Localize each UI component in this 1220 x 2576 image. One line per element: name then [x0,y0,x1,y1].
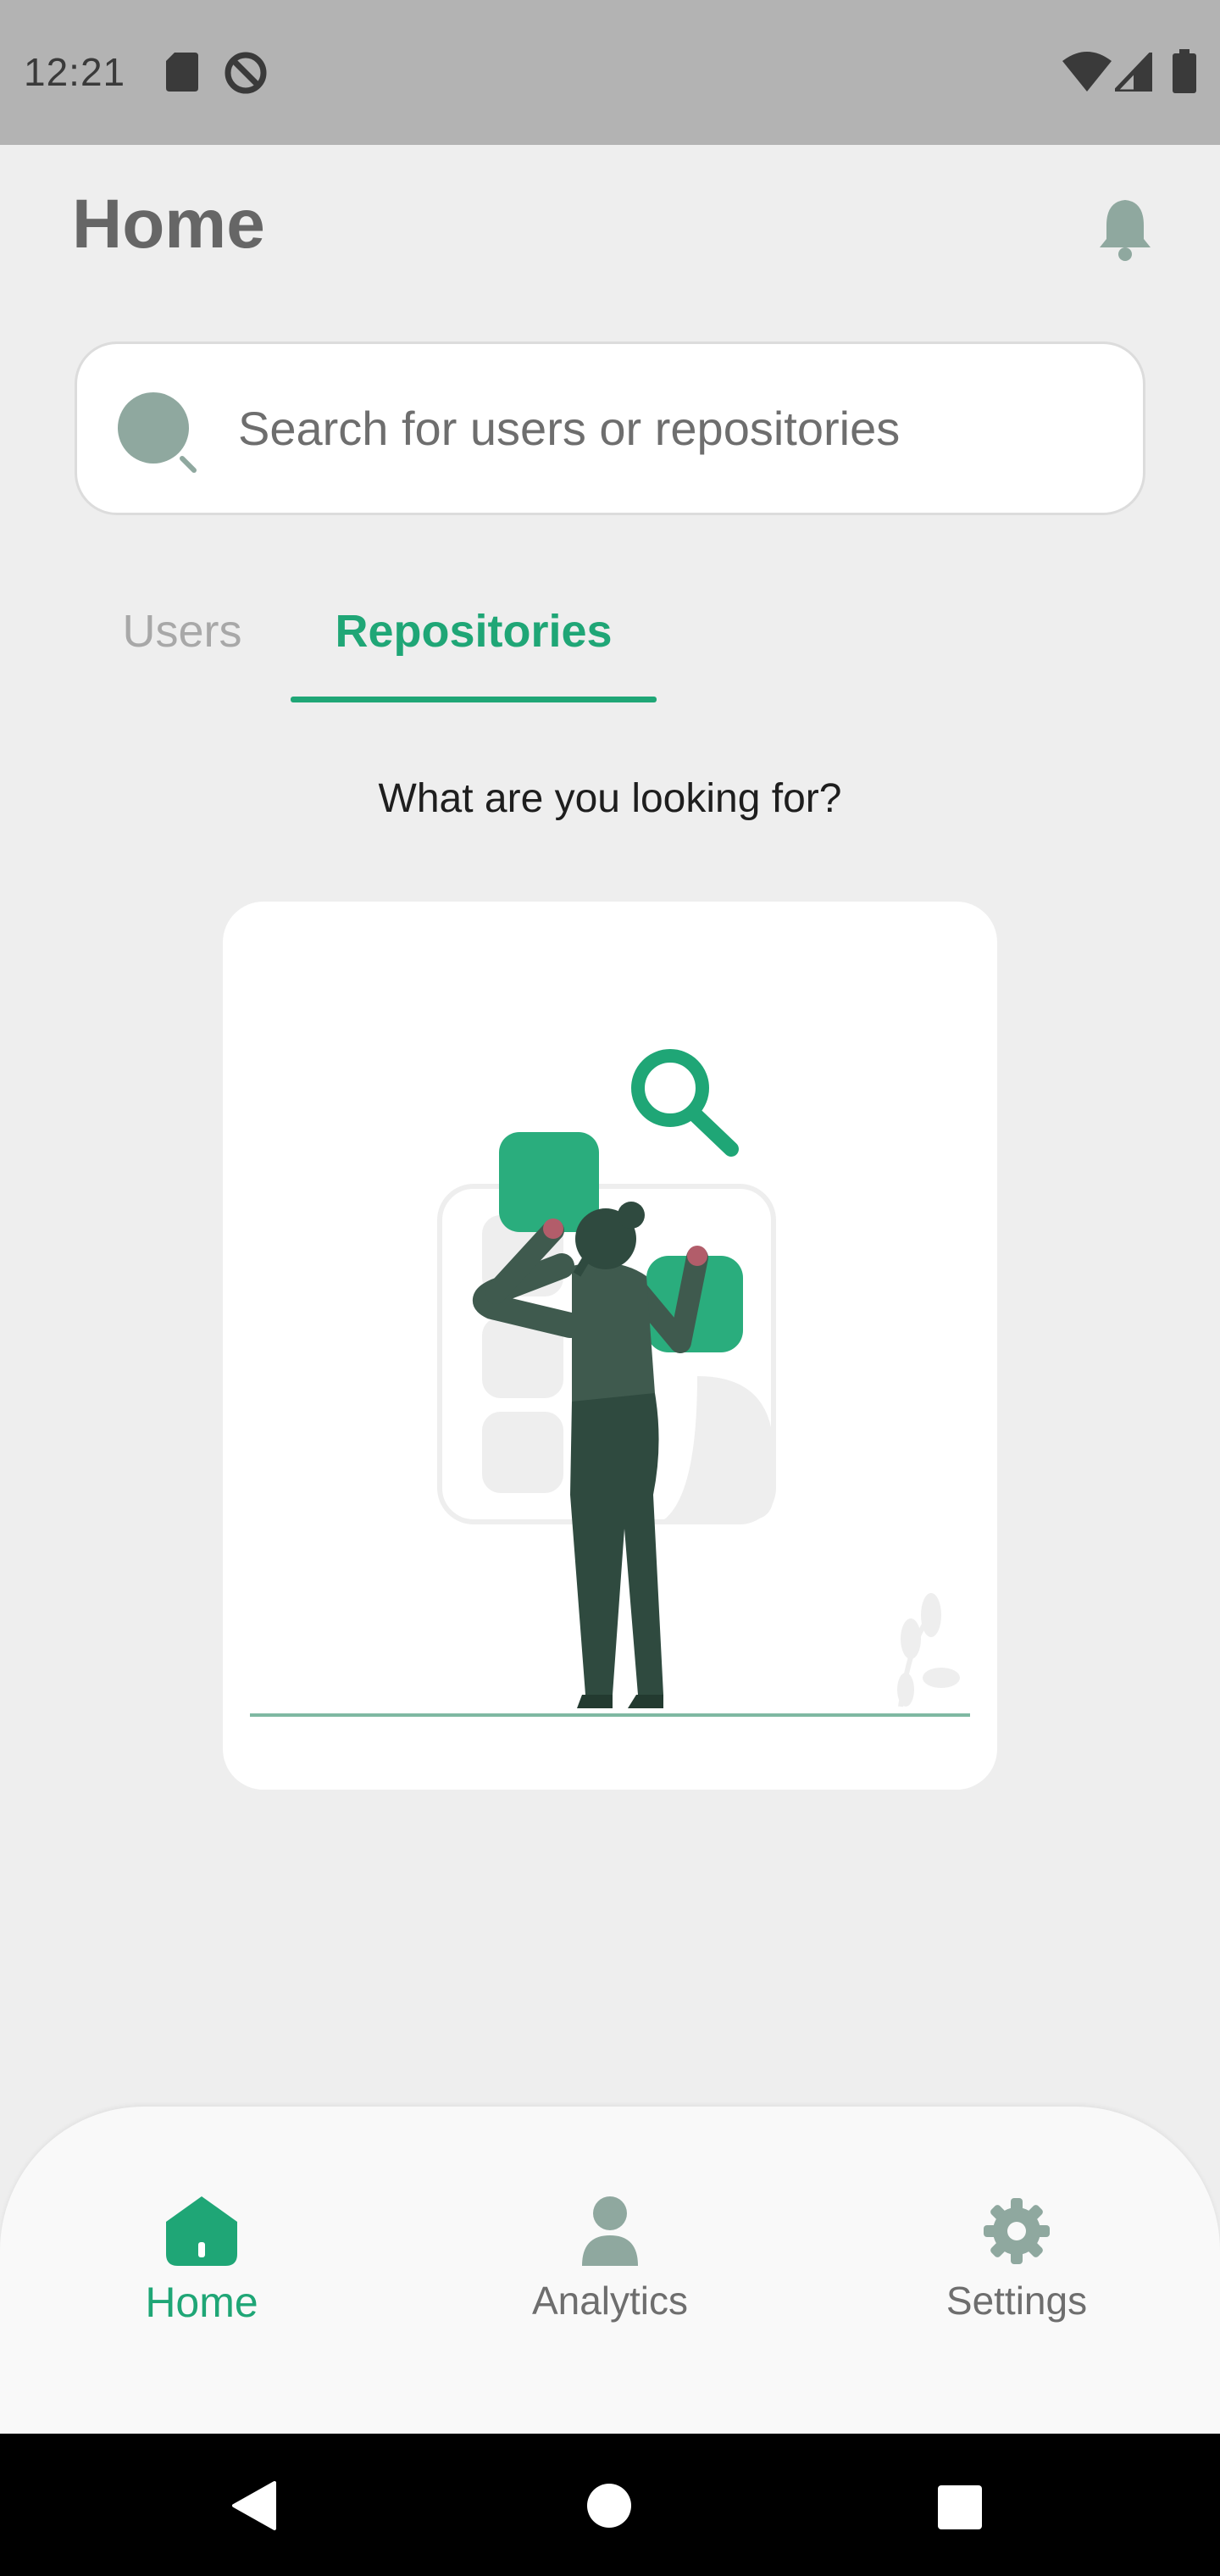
status-bar: 12:21 [0,0,1220,145]
search-input[interactable] [238,344,1111,513]
wifi-icon [1062,52,1112,92]
recents-icon[interactable] [937,2484,983,2530]
nav-label-analytics: Analytics [531,2279,689,2323]
prompt-text: What are you looking for? [378,776,842,821]
nav-label-home: Home [145,2279,258,2326]
page-title: Home [72,186,265,263]
home-circle-icon[interactable] [586,2483,632,2529]
gear-icon [984,2198,1050,2264]
back-icon[interactable] [230,2479,278,2532]
search-icon [118,392,197,473]
bell-icon[interactable] [1098,197,1152,261]
signal-icon [1115,53,1152,92]
search-bar[interactable] [75,341,1145,515]
tab-repositories[interactable]: Repositories [291,593,657,703]
illustration-card [223,902,997,1790]
person-icon [582,2196,638,2266]
nav-item-home[interactable]: Home [75,2195,329,2364]
home-icon [166,2196,237,2266]
do-not-disturb-icon [225,52,267,94]
nav-label-settings: Settings [946,2279,1088,2323]
system-navigation-bar [0,2434,1220,2576]
nav-item-settings[interactable]: Settings [890,2195,1144,2364]
person-searching-illustration [250,1049,970,1717]
tab-active-indicator [291,697,657,702]
sd-card-icon [166,53,198,92]
tab-users[interactable]: Users [102,593,263,703]
status-time: 12:21 [24,50,126,94]
battery-icon [1173,49,1196,93]
nav-item-analytics[interactable]: Analytics [483,2195,737,2364]
